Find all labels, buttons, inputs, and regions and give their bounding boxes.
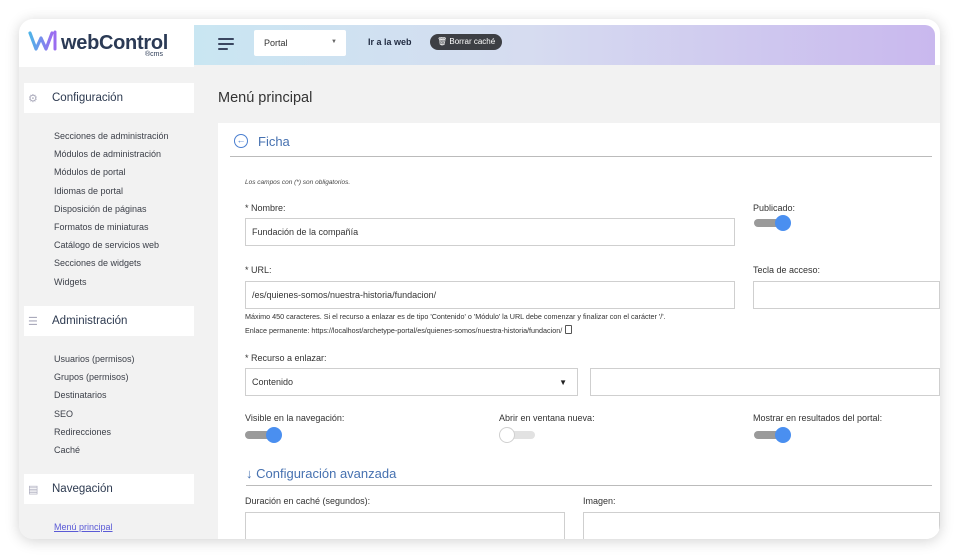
recurso-label: * Recurso a enlazar: — [245, 353, 327, 363]
ficha-header: ← Ficha — [230, 131, 932, 157]
back-arrow-icon[interactable]: ← — [234, 134, 248, 148]
go-to-web-link[interactable]: Ir a la web — [368, 37, 412, 47]
sidebar-section-label: Navegación — [52, 483, 113, 495]
sidebar-item-menu-principal[interactable]: Menú principal — [54, 518, 113, 536]
main-content: Menú principal ← Ficha Los campos con (*… — [194, 65, 940, 539]
imagen-label: Imagen: — [583, 496, 616, 506]
recurso-target-input[interactable] — [590, 368, 940, 396]
publicado-toggle[interactable] — [754, 215, 791, 231]
configuracion-menu: Secciones de administración Módulos de a… — [54, 127, 169, 291]
url-help-text: Máximo 450 caracteres. Si el recurso a e… — [245, 312, 666, 321]
advanced-config-header[interactable]: ↓ Configuración avanzada — [246, 466, 932, 486]
url-input[interactable]: /es/quienes-somos/nuestra-historia/funda… — [245, 281, 735, 309]
sidebar-section-label: Configuración — [52, 92, 123, 104]
permalink-text: Enlace permanente: https://localhost/arc… — [245, 325, 573, 335]
sidebar-item[interactable]: Formatos de miniaturas — [54, 218, 169, 236]
tecla-label: Tecla de acceso: — [753, 265, 821, 275]
visible-label: Visible en la navegación: — [245, 413, 345, 423]
mostrar-label: Mostrar en resultados del portal: — [753, 413, 883, 423]
sidebar-item[interactable]: Secciones de widgets — [54, 254, 169, 272]
publicado-label: Publicado: — [753, 203, 796, 213]
chevron-down-icon: ▼ — [331, 39, 337, 45]
sidebar-item[interactable]: Usuarios (permisos) — [54, 350, 135, 368]
recurso-select-value: Contenido — [252, 377, 294, 387]
sidebar-item[interactable]: Widgets — [54, 273, 169, 291]
imagen-input[interactable] — [583, 512, 940, 539]
required-note: Los campos con (*) son obligatorios. — [245, 179, 351, 186]
gear-icon: ⚙ — [28, 92, 38, 105]
permalink-value: Enlace permanente: https://localhost/arc… — [245, 326, 563, 335]
administracion-menu: Usuarios (permisos) Grupos (permisos) De… — [54, 350, 135, 459]
ventana-label: Abrir en ventana nueva: — [499, 413, 595, 423]
sidebar-item[interactable]: Redirecciones — [54, 423, 135, 441]
sidebar-item[interactable]: Caché — [54, 441, 135, 459]
page-title: Menú principal — [218, 90, 313, 106]
sidebar-section-label: Administración — [52, 315, 128, 327]
sidebar-section-configuracion[interactable]: ⚙ Configuración — [24, 83, 194, 113]
sidebar-item[interactable]: Módulos de administración — [54, 145, 169, 163]
ventana-toggle[interactable] — [499, 427, 535, 443]
sidebar-item[interactable]: Módulos de portal — [54, 163, 169, 181]
sidebar-item[interactable]: Destinatarios — [54, 386, 135, 404]
sidebar-section-navegacion[interactable]: ▤ Navegación — [24, 474, 194, 504]
hamburger-icon[interactable] — [218, 38, 234, 50]
clear-cache-label: Borrar caché — [449, 37, 496, 46]
sidebar-item[interactable]: Catálogo de servicios web — [54, 236, 169, 254]
caret-down-icon: ▼ — [559, 378, 567, 387]
navegacion-menu: Menú principal — [54, 518, 113, 536]
portal-select-value: Portal — [264, 38, 288, 48]
cache-duration-label: Duración en caché (segundos): — [245, 496, 371, 506]
ficha-title: Ficha — [258, 134, 290, 149]
sidebar-item[interactable]: Disposición de páginas — [54, 200, 169, 218]
sidebar-section-administracion[interactable]: ☰ Administración — [24, 306, 194, 336]
brand-logo[interactable]: webControl ®cms — [19, 19, 194, 67]
cache-duration-input[interactable] — [245, 512, 565, 539]
sidebar: webControl ®cms ⚙ Configuración Seccione… — [19, 19, 194, 539]
sliders-icon: ☰ — [28, 315, 38, 328]
app-window: webControl ®cms ⚙ Configuración Seccione… — [19, 19, 940, 539]
trash-icon: 🗑 — [437, 37, 450, 46]
copy-icon[interactable] — [565, 325, 573, 334]
tecla-input[interactable] — [753, 281, 940, 309]
sidebar-item[interactable]: Grupos (permisos) — [54, 368, 135, 386]
sidebar-item[interactable]: Secciones de administración — [54, 127, 169, 145]
visible-toggle[interactable] — [245, 427, 282, 443]
recurso-select[interactable]: Contenido ▼ — [245, 368, 578, 396]
clear-cache-button[interactable]: 🗑 Borrar caché — [430, 34, 503, 50]
nombre-label: * Nombre: — [245, 203, 286, 213]
mostrar-toggle[interactable] — [754, 427, 791, 443]
nombre-input[interactable]: Fundación de la compañía — [245, 218, 735, 246]
sidebar-item[interactable]: SEO — [54, 405, 135, 423]
portal-select[interactable]: Portal ▼ — [254, 30, 346, 56]
url-label: * URL: — [245, 265, 272, 275]
form-card: ← Ficha Los campos con (*) son obligator… — [218, 123, 940, 539]
sidebar-item[interactable]: Idiomas de portal — [54, 182, 169, 200]
webcontrol-logo-icon — [28, 30, 57, 51]
menu-icon: ▤ — [28, 483, 39, 496]
top-bar: Portal ▼ Ir a la web 🗑 Borrar caché — [194, 25, 935, 65]
brand-sub: ®cms — [145, 51, 163, 58]
